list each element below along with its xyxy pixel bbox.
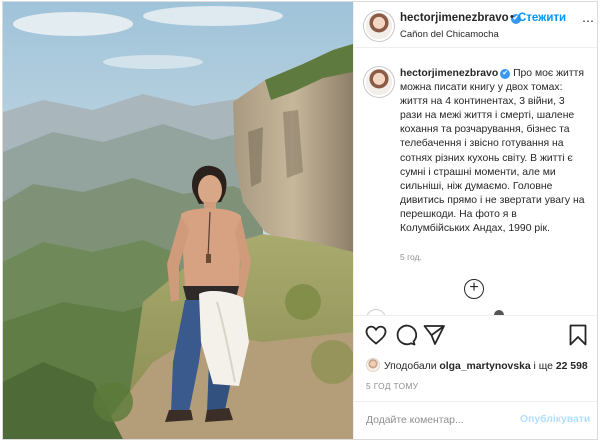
post-header: hectorjimenezbravo ✔ • Стежити Cañon del … [354,2,597,48]
heart-icon[interactable] [364,323,388,347]
first-liker-link[interactable]: olga_martynovska [439,361,530,372]
send-icon[interactable] [422,323,446,347]
add-comment-bar: Опублікувати [354,401,597,439]
separator-dot: • [510,11,514,23]
follow-button[interactable]: Стежити [518,12,566,24]
comment-icon[interactable] [393,323,417,347]
action-bar [354,315,597,357]
username-text: hectorjimenezbravo [400,12,509,24]
post-photo[interactable] [3,2,353,439]
post-caption: hectorjimenezbravo ✔ Про моє життя можна … [400,67,588,236]
verified-badge-icon: ✔ [500,69,511,79]
comments-area: hectorjimenezbravo ✔ Про моє життя можна … [354,49,597,307]
load-more-comments-icon[interactable]: + [464,279,484,299]
likes-count-link[interactable]: 22 598 [556,361,588,372]
caption-text: Про моє життя можна писати книгу у двох … [400,68,585,235]
publish-button[interactable]: Опублікувати [520,414,590,425]
caption-age[interactable]: 5 год. [400,252,422,262]
caption-avatar[interactable] [366,69,392,95]
likes-summary: Уподобали olga_martynovska і ще 22 598 [366,358,588,372]
likes-prefix: Уподобали [384,361,437,372]
instagram-post: hectorjimenezbravo ✔ • Стежити Cañon del … [2,1,598,440]
liker-avatar[interactable] [366,358,380,372]
username-link[interactable]: hectorjimenezbravo ✔ [400,12,521,24]
bookmark-icon[interactable] [566,323,590,347]
post-side-panel: hectorjimenezbravo ✔ • Стежити Cañon del … [353,2,597,439]
avatar[interactable] [366,13,392,39]
more-options-icon[interactable]: ⋯ [582,14,594,28]
caption-username[interactable]: hectorjimenezbravo [400,68,498,79]
post-timestamp[interactable]: 5 ГОД ТОМУ [366,381,418,391]
location-link[interactable]: Cañon del Chicamocha [400,29,499,40]
partial-comment-row [354,307,597,315]
comment-input[interactable] [366,411,516,429]
photo-landscape [3,2,353,439]
likes-middle: і ще [533,361,553,372]
